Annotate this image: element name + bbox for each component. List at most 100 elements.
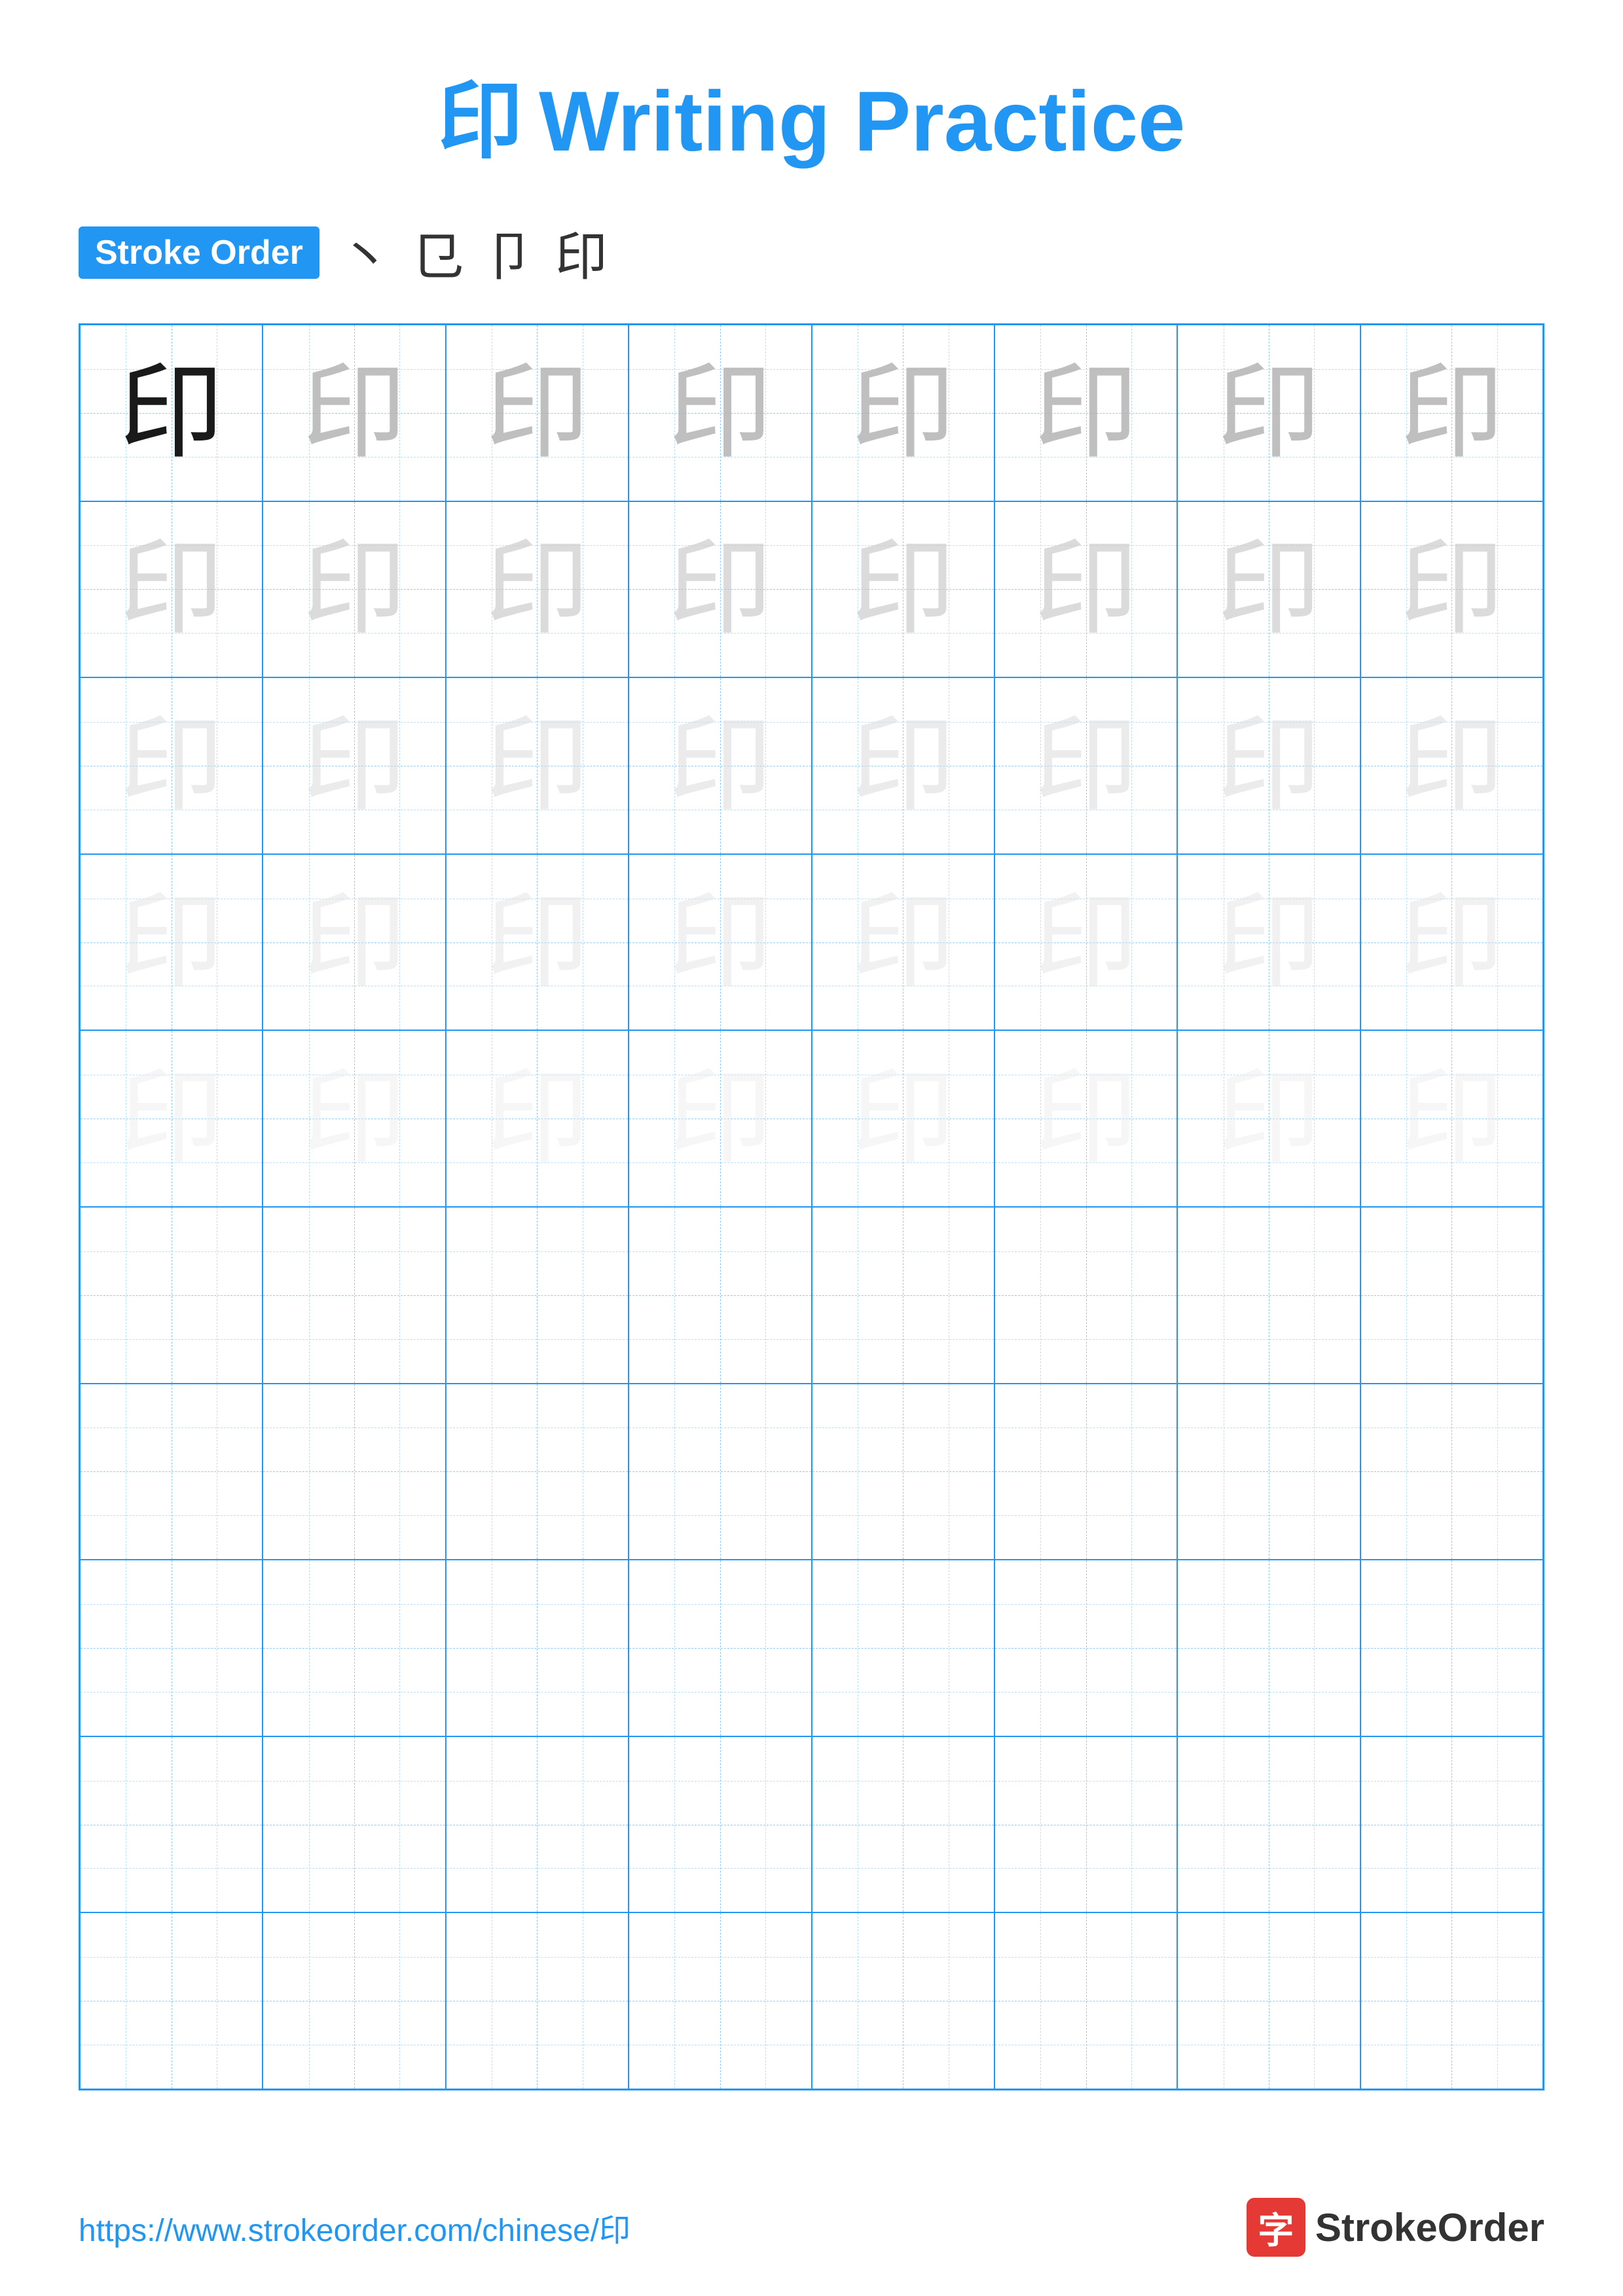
grid-cell[interactable]: 印 xyxy=(1177,1030,1360,1207)
grid-cell[interactable]: 印 xyxy=(629,325,811,501)
grid-cell[interactable]: 印 xyxy=(80,325,263,501)
grid-cell-empty[interactable] xyxy=(446,1736,629,1913)
grid-cell[interactable]: 印 xyxy=(1360,854,1543,1031)
grid-cell-empty[interactable] xyxy=(80,1736,263,1913)
grid-cell[interactable]: 印 xyxy=(994,1030,1177,1207)
grid-cell[interactable]: 印 xyxy=(994,325,1177,501)
grid-cell-empty[interactable] xyxy=(812,1912,994,2089)
practice-char: 印 xyxy=(1216,537,1321,641)
grid-cell-empty[interactable] xyxy=(263,1736,445,1913)
grid-cell-empty[interactable] xyxy=(446,1384,629,1560)
grid-cell-empty[interactable] xyxy=(80,1560,263,1736)
practice-char: 印 xyxy=(484,1066,589,1171)
grid-cell-empty[interactable] xyxy=(263,1912,445,2089)
grid-cell[interactable]: 印 xyxy=(80,677,263,854)
grid-cell-empty[interactable] xyxy=(1177,1560,1360,1736)
grid-cell[interactable]: 印 xyxy=(629,854,811,1031)
grid-cell[interactable]: 印 xyxy=(1177,854,1360,1031)
grid-cell-empty[interactable] xyxy=(629,1736,811,1913)
grid-cell-empty[interactable] xyxy=(1177,1736,1360,1913)
grid-cell[interactable]: 印 xyxy=(263,677,445,854)
grid-cell-empty[interactable] xyxy=(629,1912,811,2089)
practice-char: 印 xyxy=(1034,713,1139,818)
grid-cell[interactable]: 印 xyxy=(994,501,1177,678)
footer-logo-text: StrokeOrder xyxy=(1315,2205,1544,2250)
grid-cell-empty[interactable] xyxy=(446,1912,629,2089)
grid-cell-empty[interactable] xyxy=(263,1207,445,1384)
stroke-order-badge: Stroke Order xyxy=(79,226,319,279)
grid-cell[interactable]: 印 xyxy=(263,325,445,501)
grid-cell-empty[interactable] xyxy=(812,1560,994,1736)
grid-cell-empty[interactable] xyxy=(446,1207,629,1384)
practice-char: 印 xyxy=(850,361,955,465)
grid-cell[interactable]: 印 xyxy=(1177,677,1360,854)
grid-cell[interactable]: 印 xyxy=(263,501,445,678)
practice-char: 印 xyxy=(850,537,955,641)
practice-char: 印 xyxy=(850,1066,955,1171)
grid-cell-empty[interactable] xyxy=(1360,1912,1543,2089)
grid-cell-empty[interactable] xyxy=(1177,1384,1360,1560)
grid-cell-empty[interactable] xyxy=(1360,1207,1543,1384)
grid-cell[interactable]: 印 xyxy=(994,854,1177,1031)
footer-url: https://www.strokeorder.com/chinese/印 xyxy=(79,2204,630,2250)
grid-cell-empty[interactable] xyxy=(80,1912,263,2089)
grid-cell-empty[interactable] xyxy=(629,1207,811,1384)
grid-cell[interactable]: 印 xyxy=(812,325,994,501)
grid-cell[interactable]: 印 xyxy=(1360,677,1543,854)
grid-cell-empty[interactable] xyxy=(80,1384,263,1560)
grid-cell[interactable]: 印 xyxy=(446,1030,629,1207)
grid-cell-empty[interactable] xyxy=(994,1736,1177,1913)
practice-char: 印 xyxy=(1399,361,1504,465)
grid-cell[interactable]: 印 xyxy=(812,1030,994,1207)
grid-cell[interactable]: 印 xyxy=(629,1030,811,1207)
grid-cell-empty[interactable] xyxy=(80,1207,263,1384)
grid-cell[interactable]: 印 xyxy=(446,677,629,854)
grid-cell-empty[interactable] xyxy=(263,1560,445,1736)
grid-cell[interactable]: 印 xyxy=(812,854,994,1031)
grid-cell-empty[interactable] xyxy=(446,1560,629,1736)
grid-cell-empty[interactable] xyxy=(1360,1736,1543,1913)
grid-cell[interactable]: 印 xyxy=(80,854,263,1031)
grid-cell-empty[interactable] xyxy=(994,1207,1177,1384)
grid-cell-empty[interactable] xyxy=(263,1384,445,1560)
grid-cell[interactable]: 印 xyxy=(812,677,994,854)
grid-cell-empty[interactable] xyxy=(812,1384,994,1560)
grid-cell-empty[interactable] xyxy=(629,1384,811,1560)
practice-grid[interactable]: 印 印 印 印 印 印 印 印 xyxy=(79,323,1544,2090)
practice-char: 印 xyxy=(1216,890,1321,995)
stroke-steps: 丶 㔾 卩 印 xyxy=(339,215,608,291)
grid-cell[interactable]: 印 xyxy=(263,1030,445,1207)
grid-cell-empty[interactable] xyxy=(994,1384,1177,1560)
grid-cell-empty[interactable] xyxy=(812,1736,994,1913)
grid-cell[interactable]: 印 xyxy=(80,1030,263,1207)
grid-cell[interactable]: 印 xyxy=(1360,501,1543,678)
grid-cell[interactable]: 印 xyxy=(1360,1030,1543,1207)
grid-cell[interactable]: 印 xyxy=(994,677,1177,854)
grid-cell[interactable]: 印 xyxy=(446,854,629,1031)
grid-cell-empty[interactable] xyxy=(994,1560,1177,1736)
grid-cell[interactable]: 印 xyxy=(629,501,811,678)
grid-cell[interactable]: 印 xyxy=(446,325,629,501)
practice-char: 印 xyxy=(119,1066,224,1171)
grid-cell[interactable]: 印 xyxy=(812,501,994,678)
grid-cell-empty[interactable] xyxy=(812,1207,994,1384)
grid-cell-empty[interactable] xyxy=(1177,1207,1360,1384)
grid-cell-empty[interactable] xyxy=(1360,1384,1543,1560)
practice-char: 印 xyxy=(1216,713,1321,818)
grid-cell-empty[interactable] xyxy=(994,1912,1177,2089)
grid-cell-empty[interactable] xyxy=(629,1560,811,1736)
page-title: Writing Practice xyxy=(539,73,1185,169)
grid-cell[interactable]: 印 xyxy=(1360,325,1543,501)
grid-cell[interactable]: 印 xyxy=(80,501,263,678)
grid-cell[interactable]: 印 xyxy=(629,677,811,854)
grid-cell-empty[interactable] xyxy=(1177,1912,1360,2089)
grid-cell[interactable]: 印 xyxy=(263,854,445,1031)
grid-cell[interactable]: 印 xyxy=(1177,325,1360,501)
grid-cell[interactable]: 印 xyxy=(446,501,629,678)
grid-cell[interactable]: 印 xyxy=(1177,501,1360,678)
grid-cell-empty[interactable] xyxy=(1360,1560,1543,1736)
practice-char: 印 xyxy=(484,890,589,995)
practice-char: 印 xyxy=(1399,537,1504,641)
practice-char: 印 xyxy=(119,713,224,818)
practice-char: 印 xyxy=(302,890,407,995)
